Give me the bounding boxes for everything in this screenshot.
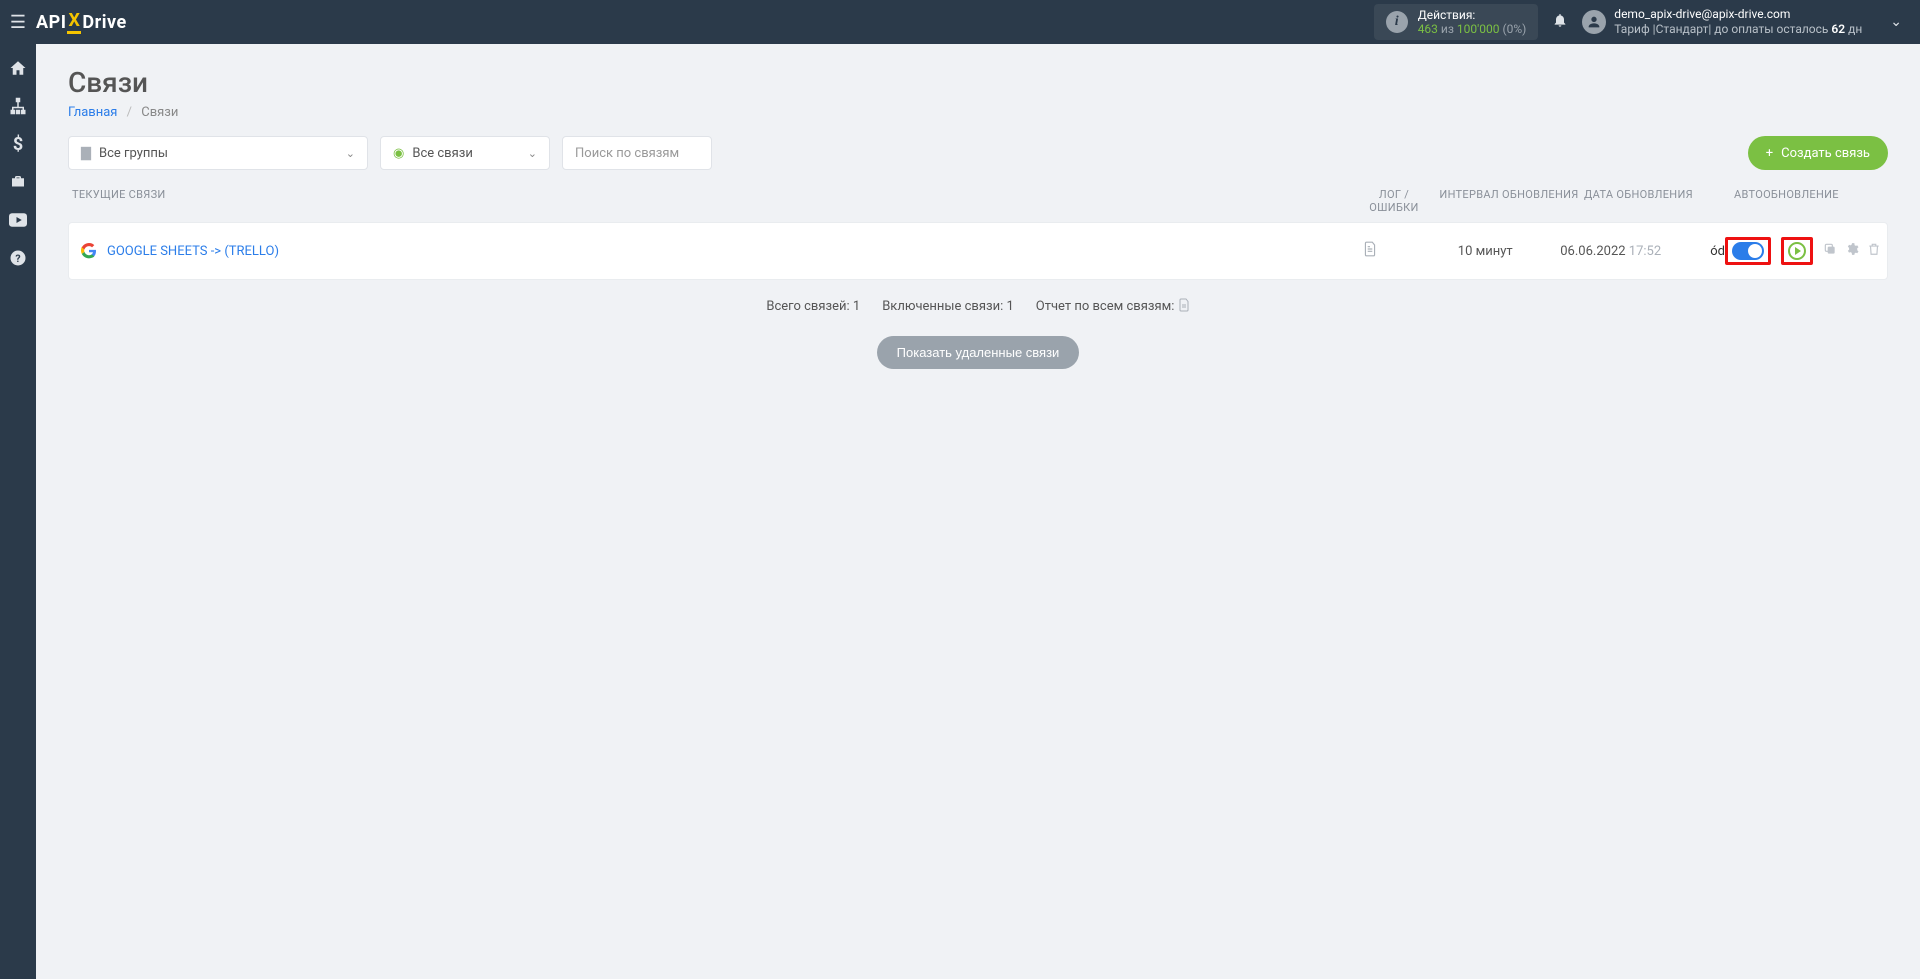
- tariff-line: Тариф |Стандарт| до оплаты осталось 62 д…: [1614, 22, 1862, 37]
- menu-toggle-icon[interactable]: ☰: [0, 12, 36, 33]
- notifications-icon[interactable]: [1552, 12, 1568, 32]
- actions-counter[interactable]: i Действия: 463 из 100'000 (0%): [1374, 4, 1539, 41]
- col-interval: ИНТЕРВАЛ ОБНОВЛЕНИЯ: [1434, 188, 1584, 214]
- plus-icon: +: [1766, 146, 1773, 161]
- sidebar: $ ?: [0, 44, 36, 979]
- logo-text-x: X: [67, 10, 81, 34]
- user-avatar-icon[interactable]: [1582, 10, 1606, 34]
- connections-select-label: Все связи: [412, 146, 473, 161]
- chevron-down-icon: ⌄: [528, 147, 537, 160]
- summary-total: Всего связей: 1: [766, 299, 860, 314]
- group-select[interactable]: ▇ Все группы ⌄: [68, 136, 368, 170]
- user-email: demo_apix-drive@apix-drive.com: [1614, 7, 1862, 22]
- app-header: ☰ APIXDrive i Действия: 463 из 100'000 (…: [0, 0, 1920, 44]
- breadcrumb-current: Связи: [141, 105, 178, 120]
- summary-enabled: Включенные связи: 1: [882, 299, 1014, 314]
- col-name: ТЕКУЩИЕ СВЯЗИ: [72, 188, 1354, 214]
- run-now-button[interactable]: [1788, 242, 1806, 260]
- folder-icon: ▇: [81, 146, 91, 161]
- autoupdate-toggle[interactable]: [1732, 242, 1764, 260]
- home-icon[interactable]: [8, 58, 28, 78]
- logo-text-pre: API: [36, 12, 66, 33]
- log-icon[interactable]: [1330, 241, 1410, 261]
- search-placeholder: Поиск по связям: [575, 146, 679, 161]
- highlight-play: [1781, 237, 1813, 265]
- connections-select[interactable]: ◉ Все связи ⌄: [380, 136, 550, 170]
- summary-report: Отчет по всем связям:: [1036, 298, 1190, 314]
- breadcrumb: Главная / Связи: [68, 105, 1888, 120]
- app-logo[interactable]: APIXDrive: [36, 10, 127, 34]
- highlight-toggle: [1725, 237, 1771, 265]
- search-input[interactable]: Поиск по связям: [562, 136, 712, 170]
- chevron-down-icon: ⌄: [346, 147, 355, 160]
- actions-label: Действия:: [1418, 8, 1527, 22]
- sitemap-icon[interactable]: [8, 96, 28, 116]
- gear-icon[interactable]: [1845, 242, 1859, 260]
- connection-link[interactable]: GOOGLE SHEETS -> (trello): [107, 244, 279, 259]
- summary-line: Всего связей: 1 Включенные связи: 1 Отче…: [68, 298, 1888, 314]
- row-date: 06.06.2022 17:52: [1560, 244, 1710, 259]
- show-deleted-button[interactable]: Показать удаленные связи: [877, 336, 1080, 369]
- page-title: Связи: [68, 66, 1888, 99]
- svg-text:?: ?: [15, 252, 20, 265]
- group-select-label: Все группы: [99, 146, 168, 161]
- row-interval: 10 минут: [1410, 244, 1560, 259]
- col-auto: АВТООБНОВЛЕНИЕ: [1734, 188, 1884, 214]
- filter-bar: ▇ Все группы ⌄ ◉ Все связи ⌄ Поиск по св…: [68, 136, 1888, 170]
- copy-icon[interactable]: [1823, 242, 1837, 260]
- dollar-icon[interactable]: $: [8, 134, 28, 154]
- user-menu-caret-icon[interactable]: ⌄: [1890, 14, 1902, 30]
- briefcase-icon[interactable]: [8, 172, 28, 192]
- col-date: ДАТА ОБНОВЛЕНИЯ: [1584, 188, 1734, 214]
- user-block[interactable]: demo_apix-drive@apix-drive.com Тариф |Ст…: [1614, 7, 1862, 37]
- actions-numbers: 463 из 100'000 (0%): [1418, 22, 1527, 36]
- create-connection-button[interactable]: + Создать связь: [1748, 136, 1888, 170]
- col-log: ЛОГ / ОШИБКИ: [1354, 188, 1434, 214]
- table-header: ТЕКУЩИЕ СВЯЗИ ЛОГ / ОШИБКИ ИНТЕРВАЛ ОБНО…: [68, 188, 1888, 222]
- trash-icon[interactable]: [1867, 242, 1881, 260]
- create-connection-label: Создать связь: [1781, 146, 1870, 161]
- help-icon[interactable]: ?: [8, 248, 28, 268]
- report-icon[interactable]: [1178, 299, 1190, 314]
- logo-text-post: Drive: [82, 12, 126, 33]
- youtube-icon[interactable]: [8, 210, 28, 230]
- play-circle-icon: ◉: [393, 146, 404, 161]
- google-icon: [81, 243, 97, 259]
- breadcrumb-home[interactable]: Главная: [68, 105, 117, 120]
- main-content: Связи Главная / Связи ▇ Все группы ⌄ ◉ В…: [36, 44, 1920, 391]
- info-icon: i: [1386, 11, 1408, 33]
- connection-row: GOOGLE SHEETS -> (trello) 10 минут 06.06…: [68, 222, 1888, 280]
